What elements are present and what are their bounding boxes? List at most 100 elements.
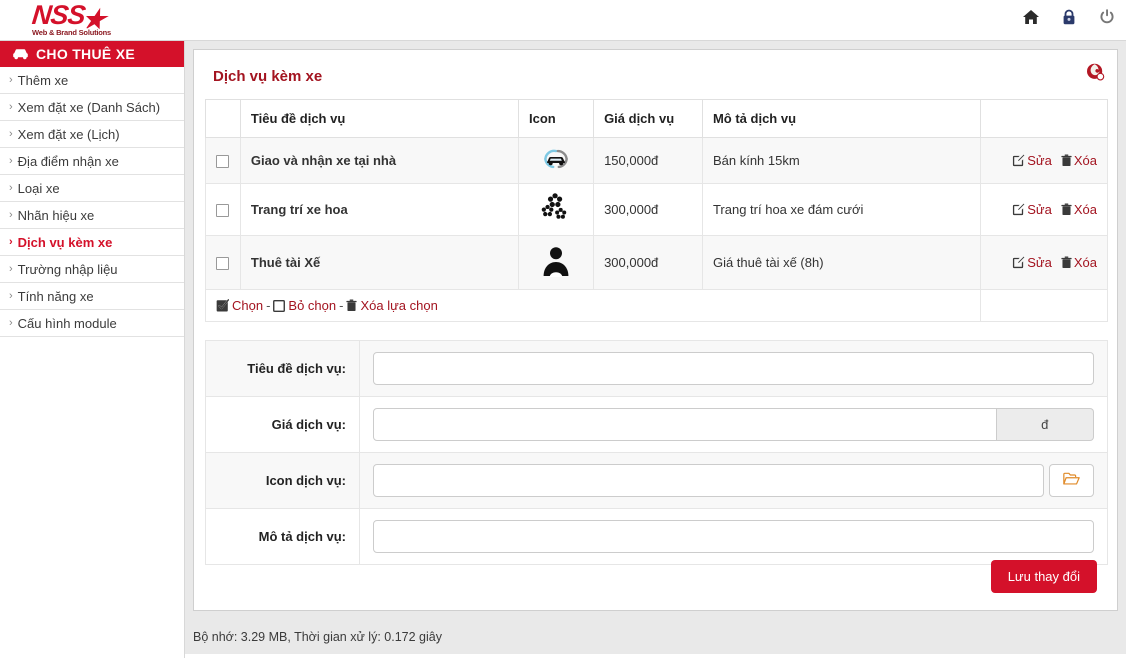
- form-label-4: Mô tả dịch vụ:: [206, 509, 360, 565]
- chevron-right-icon: ›: [9, 183, 13, 194]
- sidebar-item-2[interactable]: › Xem đặt xe (Danh Sách): [0, 94, 184, 121]
- sidebar-item-label: Xem đặt xe (Lịch): [18, 127, 120, 142]
- sidebar-item-label: Trường nhập liệu: [18, 262, 118, 277]
- home-icon[interactable]: [1022, 8, 1040, 26]
- row-checkbox-cell: [206, 138, 241, 184]
- sidebar-header: CHO THUÊ XE: [0, 41, 184, 67]
- sidebar-item-8[interactable]: ›Trường nhập liệu: [0, 256, 184, 283]
- row-icon-cell: [518, 138, 593, 184]
- sidebar-item-9[interactable]: ›Tính năng xe: [0, 283, 184, 310]
- app-root: NSS★ Web & Brand Solutions CHO THUÊ XE ›…: [0, 0, 1126, 658]
- sidebar-item-label: Xem đặt xe (Danh Sách): [18, 100, 160, 115]
- chevron-right-icon: ›: [9, 237, 13, 248]
- form-label-2: Giá dịch vụ:: [206, 397, 360, 453]
- delete-button[interactable]: Xóa: [1061, 255, 1097, 270]
- form-input-3[interactable]: [373, 464, 1044, 497]
- delete-button[interactable]: Xóa: [1061, 153, 1097, 168]
- sidebar-item-label: Thêm xe: [18, 73, 69, 88]
- row-checkbox[interactable]: [216, 155, 229, 168]
- form-control-3: [360, 453, 1108, 509]
- top-header-icon-group: [1022, 8, 1116, 26]
- browse-file-button[interactable]: [1049, 464, 1094, 497]
- separator-2: -: [339, 298, 343, 313]
- car-delivery-icon: [541, 147, 571, 174]
- table-row: Giao và nhận xe tại nhà150,000đBán kính …: [206, 138, 1108, 184]
- globe-icon[interactable]: [1085, 62, 1105, 82]
- chevron-right-icon: ›: [9, 318, 13, 329]
- chevron-right-icon: ›: [9, 102, 13, 113]
- table-col-header-2: Tiêu đề dịch vụ: [240, 100, 518, 138]
- main-content: Dịch vụ kèm xe Tiêu đề dịch vụIconGiá dị…: [185, 41, 1126, 658]
- trash-icon: [1061, 255, 1074, 270]
- content-panel: Dịch vụ kèm xe Tiêu đề dịch vụIconGiá dị…: [193, 49, 1118, 611]
- form-input-1[interactable]: [373, 352, 1094, 385]
- sidebar-item-1[interactable]: › Thêm xe: [0, 67, 184, 94]
- icon-input-group: [373, 464, 1094, 497]
- sidebar-item-label: Dịch vụ kèm xe: [18, 235, 113, 250]
- row-title: Giao và nhận xe tại nhà: [240, 138, 518, 184]
- edit-button[interactable]: Sửa: [1012, 153, 1052, 168]
- pencil-icon: [1012, 255, 1027, 270]
- selection-toolbar-row: Chọn-Bỏ chọn-Xóa lựa chọn: [206, 290, 1108, 322]
- star-icon: ★: [81, 9, 105, 31]
- table-col-header-1: [206, 100, 241, 138]
- form-label-3: Icon dịch vụ:: [206, 453, 360, 509]
- row-description: Giá thuê tài xế (8h): [702, 236, 980, 290]
- form-row: Mô tả dịch vụ:: [206, 509, 1108, 565]
- chevron-right-icon: ›: [9, 291, 13, 302]
- row-checkbox[interactable]: [216, 204, 229, 217]
- chevron-right-icon: ›: [9, 75, 13, 86]
- trash-icon: [1061, 153, 1074, 168]
- row-checkbox-cell: [206, 236, 241, 290]
- folder-open-icon: [1063, 472, 1080, 489]
- edit-button[interactable]: Sửa: [1012, 202, 1052, 217]
- sidebar-item-5[interactable]: › Loại xe: [0, 175, 184, 202]
- form-control-1: [360, 341, 1108, 397]
- row-checkbox[interactable]: [216, 257, 229, 270]
- row-actions: Sửa Xóa: [981, 236, 1108, 290]
- form-input-4[interactable]: [373, 520, 1094, 553]
- brand-logo[interactable]: NSS★ Web & Brand Solutions: [32, 2, 152, 38]
- row-description: Trang trí hoa xe đám cưới: [702, 184, 980, 236]
- sidebar-header-label: CHO THUÊ XE: [36, 46, 135, 62]
- chevron-right-icon: ›: [9, 129, 13, 140]
- brand-logo-text: NSS★: [30, 2, 153, 31]
- page-title: Dịch vụ kèm xe: [204, 50, 1107, 99]
- save-button[interactable]: Lưu thay đổi: [991, 560, 1097, 593]
- delete-button[interactable]: Xóa: [1061, 202, 1097, 217]
- row-title: Thuê tài Xế: [240, 236, 518, 290]
- selection-toolbar-spacer: [981, 290, 1108, 322]
- table-col-header-6: [981, 100, 1108, 138]
- deselect-all-button[interactable]: Bỏ chọn: [273, 298, 336, 313]
- table-header-row: Tiêu đề dịch vụIconGiá dịch vụMô tả dịch…: [206, 100, 1108, 138]
- form-row: Giá dịch vụ:đ: [206, 397, 1108, 453]
- table-row: Trang trí xe hoa300,000đTrang trí hoa xe…: [206, 184, 1108, 236]
- form-input-2[interactable]: [373, 408, 997, 441]
- sidebar-item-label: Cấu hình module: [18, 316, 117, 331]
- chevron-right-icon: ›: [9, 156, 13, 167]
- sidebar-item-7[interactable]: › Dịch vụ kèm xe: [0, 229, 184, 256]
- select-all-button[interactable]: Chọn: [216, 298, 263, 313]
- flowers-icon: [539, 193, 573, 226]
- sidebar-item-label: Nhãn hiệu xe: [18, 208, 95, 223]
- service-form: Tiêu đề dịch vụ:Giá dịch vụ:đIcon dịch v…: [205, 340, 1108, 565]
- row-icon-cell: [518, 184, 593, 236]
- sidebar-item-4[interactable]: ›Địa điểm nhận xe: [0, 148, 184, 175]
- row-price: 150,000đ: [594, 138, 703, 184]
- sidebar-item-6[interactable]: ›Nhãn hiệu xe: [0, 202, 184, 229]
- pencil-icon: [1012, 153, 1027, 168]
- edit-button[interactable]: Sửa: [1012, 255, 1052, 270]
- lock-icon[interactable]: [1060, 8, 1078, 26]
- trash-icon: [346, 298, 360, 313]
- sidebar-item-10[interactable]: › Cấu hình module: [0, 310, 184, 337]
- sidebar-item-3[interactable]: › Xem đặt xe (Lịch): [0, 121, 184, 148]
- trash-icon: [1061, 202, 1074, 217]
- row-title: Trang trí xe hoa: [240, 184, 518, 236]
- row-actions: Sửa Xóa: [981, 184, 1108, 236]
- sidebar-item-label: Loại xe: [18, 181, 60, 196]
- checkbox-empty-icon: [273, 298, 288, 313]
- delete-selected-button[interactable]: Xóa lựa chọn: [346, 298, 437, 313]
- row-icon-cell: [518, 236, 593, 290]
- form-row: Tiêu đề dịch vụ:: [206, 341, 1108, 397]
- power-icon[interactable]: [1098, 8, 1116, 26]
